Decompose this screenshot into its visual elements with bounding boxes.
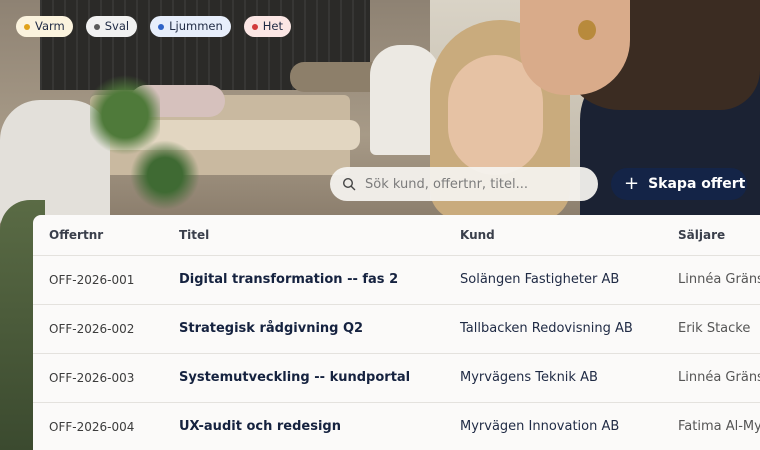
column-header-offertnr[interactable]: Offertnr: [49, 215, 103, 255]
tag-label: Sval: [104, 19, 130, 33]
offer-number: OFF-2026-004: [49, 420, 135, 434]
plus-icon: +: [624, 173, 640, 194]
search-icon: [342, 177, 356, 191]
customer-name: Myrvägens Teknik AB: [460, 370, 598, 385]
customer-name: Tallbacken Redovisning AB: [460, 321, 633, 336]
seller-name: Fatima Al-My: [678, 419, 760, 434]
table-row[interactable]: OFF-2026-002 Strategisk rådgivning Q2 Ta…: [33, 305, 760, 354]
offer-number: OFF-2026-003: [49, 371, 135, 385]
customer-name: Solängen Fastigheter AB: [460, 272, 620, 287]
offer-title-link[interactable]: Digital transformation -- fas 2: [179, 256, 398, 304]
offer-number: OFF-2026-001: [49, 273, 135, 287]
tag-label: Ljummen: [169, 19, 223, 33]
status-dot-icon: [24, 23, 30, 30]
seller-name: Erik Stacke: [678, 321, 751, 336]
table-row[interactable]: OFF-2026-004 UX-audit och redesign Myrvä…: [33, 403, 760, 450]
offers-table: Offertnr Titel Kund Säljare OFF-2026-001…: [33, 215, 760, 450]
offer-title-link[interactable]: Systemutveckling -- kundportal: [179, 354, 410, 402]
seller-name: Linnéa Gräns: [678, 272, 760, 287]
column-header-kund[interactable]: Kund: [460, 215, 495, 255]
tag-sval[interactable]: Sval: [85, 16, 138, 37]
status-dot-icon: [93, 23, 100, 30]
tag-ljummen[interactable]: Ljummen: [150, 16, 231, 37]
offer-title-link[interactable]: UX-audit och redesign: [179, 403, 341, 450]
search-bar[interactable]: [330, 167, 598, 201]
offer-title-link[interactable]: Strategisk rådgivning Q2: [179, 305, 363, 353]
column-header-titel[interactable]: Titel: [179, 215, 209, 255]
search-input[interactable]: [363, 175, 587, 193]
status-dot-icon: [158, 23, 165, 30]
tag-label: Varm: [35, 19, 65, 33]
create-offer-button[interactable]: + Skapa offert: [611, 168, 747, 200]
temperature-tags: Varm Sval Ljummen Het: [16, 16, 292, 37]
tag-varm[interactable]: Varm: [16, 16, 73, 37]
offer-number: OFF-2026-002: [49, 322, 135, 336]
seller-name: Linnéa Gräns: [678, 370, 760, 385]
table-header: Offertnr Titel Kund Säljare: [33, 215, 760, 256]
create-offer-label: Skapa offert: [648, 176, 746, 192]
tag-het[interactable]: Het: [243, 16, 292, 37]
column-header-saljare[interactable]: Säljare: [678, 215, 725, 255]
table-row[interactable]: OFF-2026-001 Digital transformation -- f…: [33, 256, 760, 305]
tag-label: Het: [262, 19, 284, 33]
customer-name: Myrvägen Innovation AB: [460, 419, 620, 434]
table-row[interactable]: OFF-2026-003 Systemutveckling -- kundpor…: [33, 354, 760, 403]
status-dot-icon: [251, 23, 258, 30]
